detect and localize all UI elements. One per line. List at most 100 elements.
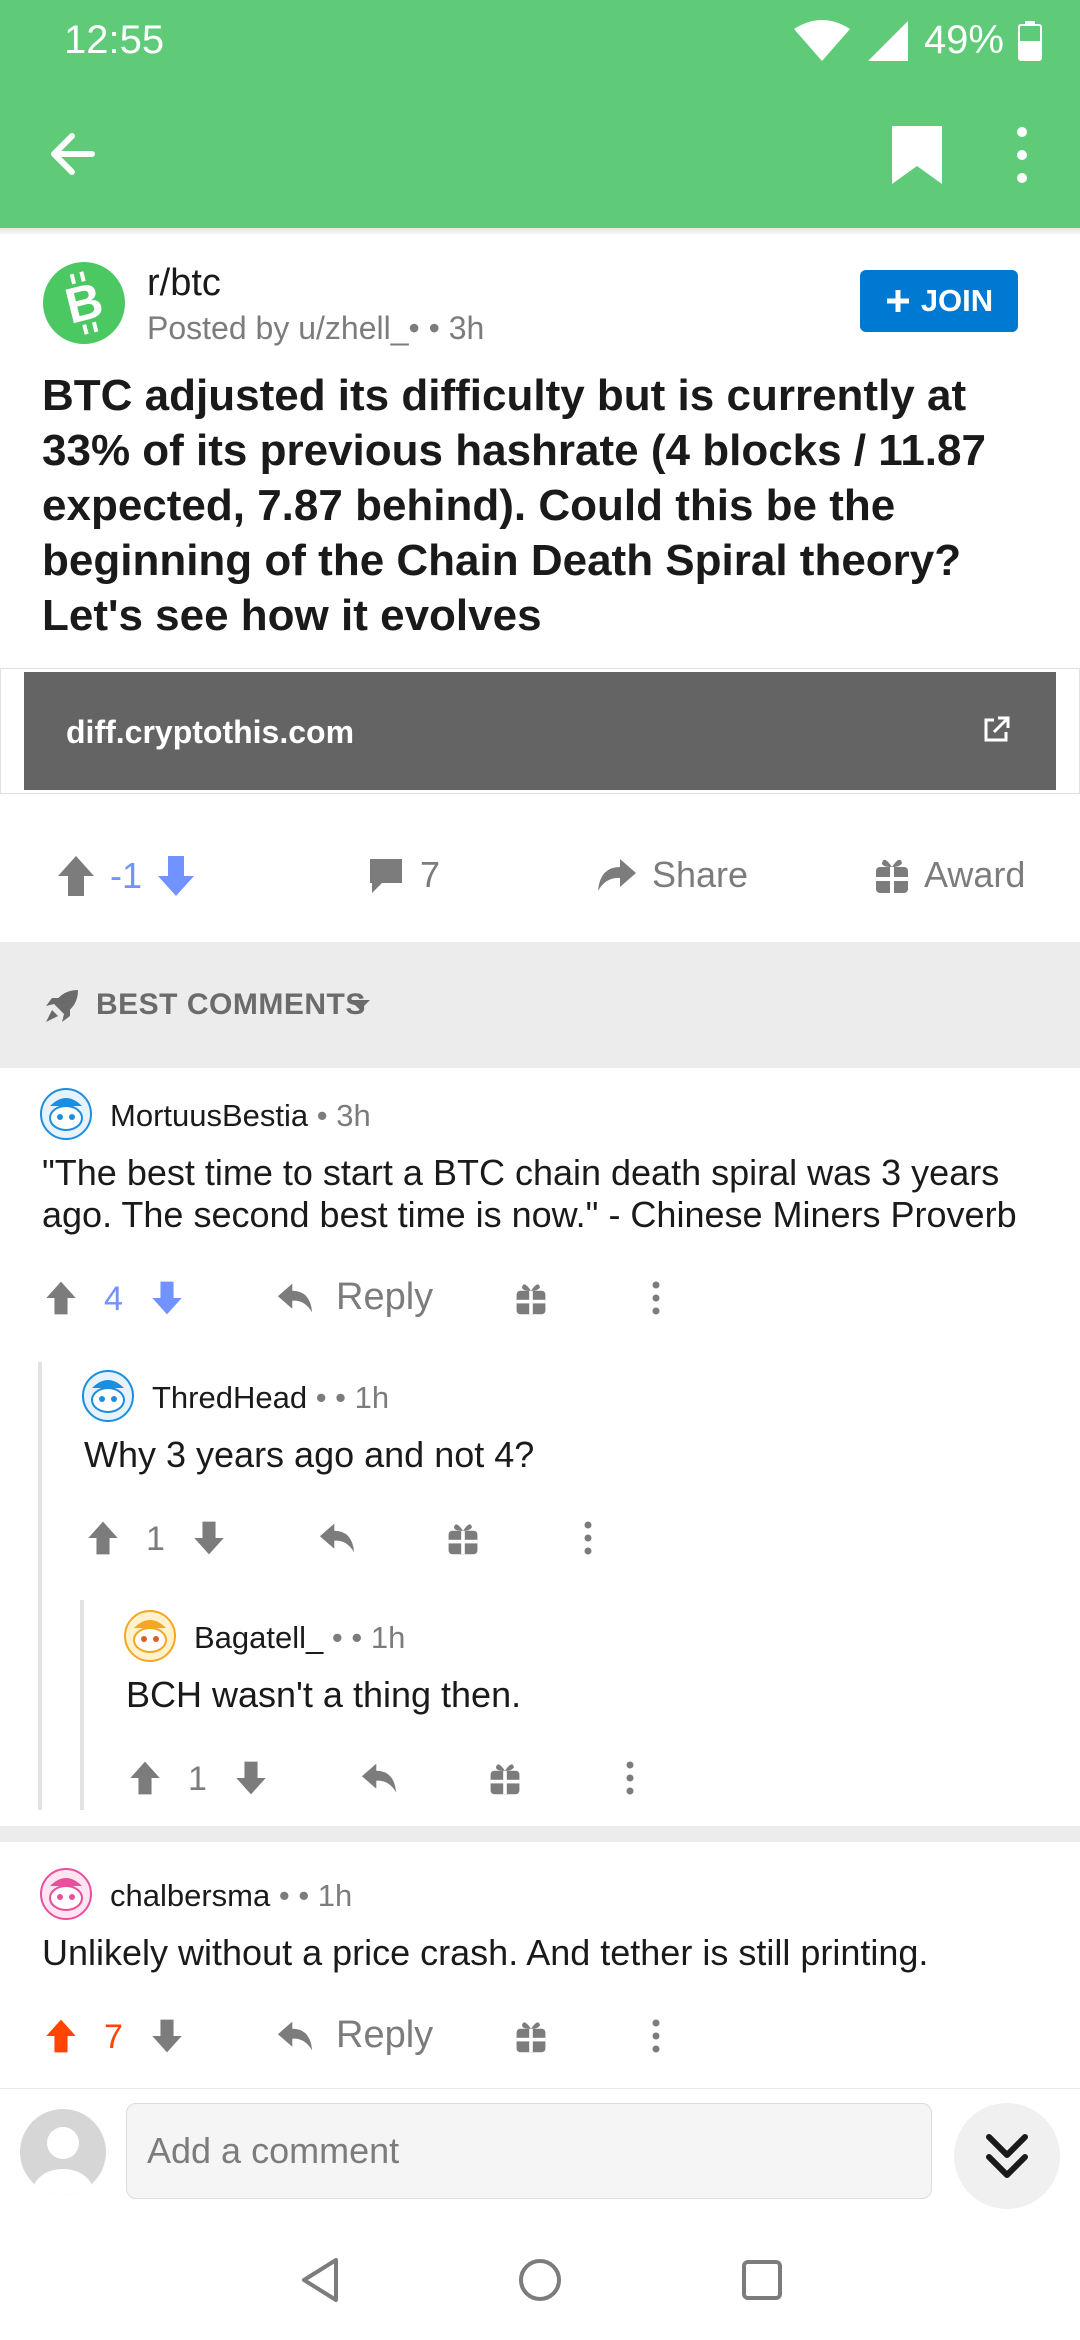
- post-vote: -1: [56, 854, 196, 898]
- comment-time: • • 1h: [323, 1620, 406, 1655]
- subreddit-avatar[interactable]: B: [43, 262, 125, 344]
- avatar[interactable]: [82, 1370, 134, 1422]
- comment-input[interactable]: Add a comment: [126, 2103, 932, 2199]
- recents-nav-icon[interactable]: [740, 2258, 784, 2302]
- comment-author[interactable]: chalbersma • • 1h: [110, 1878, 352, 1914]
- system-nav-bar: [0, 2218, 1080, 2340]
- comment-body: Why 3 years ago and not 4?: [84, 1434, 535, 1475]
- author-name[interactable]: chalbersma: [110, 1878, 270, 1913]
- comment-score: 4: [104, 1280, 123, 1318]
- link-card[interactable]: diff.cryptothis.com: [24, 672, 1056, 790]
- snoo-avatar-icon: [91, 1380, 125, 1413]
- post-author-line[interactable]: Posted by u/zhell_• • 3h: [147, 310, 484, 347]
- battery-icon: [1018, 20, 1042, 61]
- gift-icon[interactable]: [446, 1520, 480, 1556]
- upvote-icon[interactable]: [44, 2018, 78, 2054]
- more-vertical-icon[interactable]: [646, 2018, 666, 2054]
- comment-body: "The best time to start a BTC chain deat…: [42, 1152, 1017, 1235]
- share-icon: [598, 859, 636, 891]
- more-vertical-icon[interactable]: [578, 1520, 598, 1556]
- comment-actions: 4 Reply: [0, 1268, 1080, 1328]
- avatar[interactable]: [40, 1868, 92, 1920]
- downvote-icon[interactable]: [192, 1520, 226, 1556]
- gift-icon[interactable]: [488, 1760, 522, 1796]
- downvote-icon[interactable]: [150, 2018, 184, 2054]
- chevron-down-icon: [350, 1000, 370, 1010]
- arrow-left-icon[interactable]: [42, 122, 106, 186]
- more-vertical-icon[interactable]: [620, 1760, 640, 1796]
- comment-score: 1: [188, 1760, 207, 1798]
- comment-actions: 7 Reply: [0, 2006, 1080, 2066]
- comment-composer-bar: Add a comment: [0, 2088, 1080, 2219]
- upvote-icon[interactable]: [56, 854, 96, 898]
- comment-body: BCH wasn't a thing then.: [126, 1674, 522, 1715]
- comment-author[interactable]: MortuusBestia • 3h: [110, 1098, 371, 1134]
- avatar[interactable]: [124, 1610, 176, 1662]
- sort-label: BEST COMMENTS: [96, 988, 366, 1021]
- comment-actions: 1: [0, 1748, 1080, 1808]
- upvote-icon[interactable]: [44, 1280, 78, 1316]
- upvote-icon[interactable]: [128, 1760, 162, 1796]
- bitcoin-icon: B: [60, 271, 108, 335]
- downvote-icon[interactable]: [234, 1760, 268, 1796]
- reply-icon[interactable]: [318, 1520, 356, 1556]
- author-name[interactable]: Bagatell_: [194, 1620, 323, 1655]
- comment-score: 7: [104, 2018, 123, 2056]
- author-name[interactable]: MortuusBestia: [110, 1098, 308, 1133]
- join-label: JOIN: [920, 283, 994, 318]
- back-nav-icon[interactable]: [298, 2256, 342, 2304]
- reply-icon[interactable]: [360, 1760, 398, 1796]
- gift-icon[interactable]: [514, 1280, 548, 1316]
- status-time: 12:55: [64, 18, 165, 62]
- award-label: Award: [924, 854, 1026, 895]
- battery-percent: 49%: [923, 18, 1004, 62]
- downvote-icon[interactable]: [156, 854, 196, 898]
- post-action-bar: -1 7 Share Award: [0, 820, 1080, 940]
- app-header: 12:55 49%: [0, 0, 1080, 228]
- award-button[interactable]: Award: [874, 854, 1025, 896]
- user-placeholder-icon: [33, 2127, 93, 2195]
- author-name[interactable]: ThredHead: [152, 1380, 307, 1415]
- more-vertical-icon[interactable]: [646, 1280, 666, 1316]
- comment-separator: [0, 1826, 1080, 1842]
- jump-to-next-button[interactable]: [954, 2103, 1060, 2209]
- bookmark-icon[interactable]: [884, 122, 950, 188]
- reply-icon[interactable]: [276, 1280, 314, 1316]
- snoo-avatar-icon: [49, 1878, 83, 1911]
- comment-author[interactable]: Bagatell_ • • 1h: [194, 1620, 405, 1656]
- gift-icon[interactable]: [514, 2018, 548, 2054]
- comment-input-placeholder: Add a comment: [147, 2130, 400, 2171]
- upvote-icon[interactable]: [86, 1520, 120, 1556]
- share-label: Share: [652, 854, 749, 895]
- double-chevron-down-icon: [986, 2134, 1028, 2178]
- comment-body: Unlikely without a price crash. And teth…: [42, 1932, 929, 1973]
- signal-icon: [867, 20, 908, 61]
- comment-score: 1: [146, 1520, 165, 1558]
- status-icons: 49%: [792, 18, 1042, 63]
- reply-button[interactable]: Reply: [336, 2014, 433, 2057]
- subreddit-name[interactable]: r/btc: [147, 262, 221, 305]
- rocket-icon: [46, 990, 78, 1022]
- header-shadow: [0, 228, 1080, 236]
- home-nav-icon[interactable]: [516, 2256, 564, 2304]
- reply-icon[interactable]: [276, 2018, 314, 2054]
- share-button[interactable]: Share: [596, 854, 748, 896]
- join-button[interactable]: JOIN: [860, 270, 1018, 332]
- wifi-icon: [793, 19, 850, 61]
- comments-button[interactable]: 7: [366, 854, 440, 896]
- link-domain: diff.cryptothis.com: [66, 714, 355, 750]
- comment-time: • 3h: [308, 1098, 371, 1133]
- more-vertical-icon[interactable]: [1000, 122, 1044, 188]
- post-title: BTC adjusted its difficulty but is curre…: [42, 371, 986, 640]
- downvote-icon[interactable]: [150, 1280, 184, 1316]
- comment-sort-bar[interactable]: BEST COMMENTS: [0, 942, 1080, 1068]
- comment-author[interactable]: ThredHead • • 1h: [152, 1380, 389, 1416]
- user-avatar[interactable]: [20, 2109, 106, 2195]
- avatar[interactable]: [40, 1088, 92, 1140]
- plus-icon: [886, 290, 909, 312]
- snoo-avatar-icon: [133, 1620, 167, 1653]
- thread-line[interactable]: [38, 1362, 42, 1810]
- reply-button[interactable]: Reply: [336, 1276, 433, 1319]
- snoo-avatar-icon: [49, 1098, 83, 1131]
- comment-time: • • 1h: [307, 1380, 390, 1415]
